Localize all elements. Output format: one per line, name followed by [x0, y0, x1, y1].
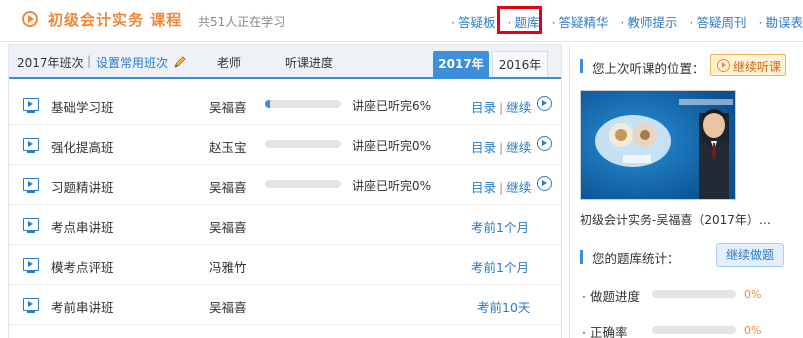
nav-qa-weekly[interactable]: · 答疑周刊: [690, 12, 747, 30]
play-circle-icon: [717, 59, 730, 72]
class-row: 考点串讲班 吴福喜 考前1个月: [9, 205, 561, 245]
class-name[interactable]: 基础学习班: [51, 97, 114, 116]
stat-value: 0%: [744, 288, 762, 301]
tab-2017[interactable]: 2017年: [433, 51, 489, 78]
teacher-name: 吴福喜: [209, 220, 247, 235]
col-teacher: 老师: [217, 56, 242, 70]
teacher-name: 吴福喜: [209, 300, 247, 315]
catalog-link[interactable]: 目录: [471, 100, 496, 115]
stat-label-text: 做题进度: [589, 289, 640, 304]
nav-label: 勘误表: [765, 15, 803, 30]
video-icon: [23, 138, 39, 153]
class-year-label: 2017年班次: [17, 56, 84, 70]
top-nav: · 答疑板 · 题库 · 答疑精华 · 教师提示 · 答疑周刊 · 勘误表: [439, 12, 803, 30]
nav-teacher-tips[interactable]: · 教师提示: [621, 12, 678, 30]
highlight-box: [497, 6, 542, 34]
stat-label: · 正确率: [582, 325, 628, 338]
stat-value: 0%: [744, 324, 762, 337]
side-panel: 您上次听课的位置： 继续听课 初级会计实务-吴福喜（2017年）… 您的题库统计…: [569, 44, 803, 338]
video-thumbnail[interactable]: [580, 90, 736, 200]
tab-underline: [9, 77, 561, 79]
availability-note: 考前1个月: [471, 220, 529, 235]
nav-qa-board[interactable]: · 答疑板: [451, 12, 496, 30]
nav-label: 教师提示: [627, 15, 678, 30]
stat-progress-bar: [652, 290, 736, 298]
class-row: 强化提高班 赵玉宝 讲座已听完0% 目录 | 继续: [9, 125, 561, 165]
class-row: 基础学习班 吴福喜 讲座已听完6% 目录 | 继续: [9, 85, 561, 125]
class-name[interactable]: 考前串讲班: [51, 297, 114, 316]
row-actions: 目录 | 继续: [471, 137, 531, 156]
progress-bar: [265, 100, 341, 108]
progress-fill: [265, 100, 270, 108]
stat-label-text: 正确率: [589, 325, 628, 338]
availability-note: 考前1个月: [471, 260, 529, 275]
progress-bar: [265, 140, 341, 148]
class-name[interactable]: 模考点评班: [51, 257, 114, 276]
class-list: 基础学习班 吴福喜 讲座已听完6% 目录 | 继续 强化提高班 赵玉宝 讲座已听完0…: [9, 85, 561, 325]
continue-listening-button[interactable]: 继续听课: [710, 54, 786, 76]
circle-play-icon[interactable]: [537, 96, 552, 111]
tab-2016[interactable]: 2016年: [492, 51, 548, 78]
pencil-icon[interactable]: [173, 55, 187, 69]
set-common-class-link[interactable]: 设置常用班次: [96, 54, 168, 71]
section-marker: [580, 59, 583, 73]
class-table-panel: 2017年班次 | 设置常用班次 老师 听课进度 2017年 2016年 基础学…: [8, 44, 562, 338]
nav-errata[interactable]: · 勘误表: [759, 12, 803, 30]
divider: |: [87, 54, 92, 68]
continue-link[interactable]: 继续: [506, 140, 531, 155]
circle-play-icon[interactable]: [537, 176, 552, 191]
progress-text: 讲座已听完0%: [352, 139, 432, 153]
teacher-name: 冯雅竹: [209, 260, 247, 275]
class-name[interactable]: 考点串讲班: [51, 217, 114, 236]
catalog-link[interactable]: 目录: [471, 140, 496, 155]
divider: |: [499, 100, 504, 115]
teacher-name: 赵玉宝: [209, 140, 247, 155]
course-title: 初级会计实务 课程: [48, 11, 183, 29]
col-progress: 听课进度: [285, 56, 334, 70]
class-row: 考前串讲班 吴福喜 考前10天: [9, 285, 561, 325]
continue-listening-label: 继续听课: [733, 60, 782, 74]
video-icon: [23, 298, 39, 313]
question-bank-stats-label: 您的题库统计：: [592, 251, 680, 266]
availability-note: 考前10天: [477, 300, 531, 315]
class-row: 模考点评班 冯雅竹 考前1个月: [9, 245, 561, 285]
table-header: 2017年班次 | 设置常用班次 老师 听课进度 2017年 2016年: [9, 45, 561, 79]
learner-count: 共51人正在学习: [198, 15, 286, 29]
video-icon: [23, 178, 39, 193]
nav-label: 答疑板: [457, 15, 496, 30]
teacher-name: 吴福喜: [209, 100, 247, 115]
progress-text: 讲座已听完6%: [352, 99, 432, 113]
stat-progress-bar: [652, 326, 736, 334]
last-position-label: 您上次听课的位置：: [592, 61, 705, 76]
class-name[interactable]: 习题精讲班: [51, 177, 114, 196]
section-marker: [580, 250, 583, 264]
video-icon: [23, 218, 39, 233]
class-row: 习题精讲班 吴福喜 讲座已听完0% 目录 | 继续: [9, 165, 561, 205]
circle-play-icon[interactable]: [537, 136, 552, 151]
nav-label: 答疑精华: [558, 15, 609, 30]
teacher-name: 吴福喜: [209, 180, 247, 195]
video-caption: 初级会计实务-吴福喜（2017年）…: [580, 213, 771, 227]
catalog-link[interactable]: 目录: [471, 180, 496, 195]
video-icon: [23, 98, 39, 113]
progress-bar: [265, 180, 341, 188]
video-icon: [23, 258, 39, 273]
row-actions: 目录 | 继续: [471, 97, 531, 116]
continue-link[interactable]: 继续: [506, 180, 531, 195]
continue-link[interactable]: 继续: [506, 100, 531, 115]
lecture-video-image: [581, 91, 735, 199]
class-name[interactable]: 强化提高班: [51, 137, 114, 156]
row-actions: 目录 | 继续: [471, 177, 531, 196]
continue-practice-button[interactable]: 继续做题: [716, 243, 784, 267]
nav-qa-essence[interactable]: · 答疑精华: [552, 12, 609, 30]
progress-text: 讲座已听完0%: [352, 179, 432, 193]
play-circle-icon: [22, 11, 38, 27]
nav-label: 答疑周刊: [696, 15, 747, 30]
divider: |: [499, 180, 504, 195]
divider: |: [499, 140, 504, 155]
stat-label: · 做题进度: [582, 289, 640, 304]
course-header: 初级会计实务 课程 共51人正在学习 · 答疑板 · 题库 · 答疑精华 · 教师提示 …: [0, 0, 803, 42]
